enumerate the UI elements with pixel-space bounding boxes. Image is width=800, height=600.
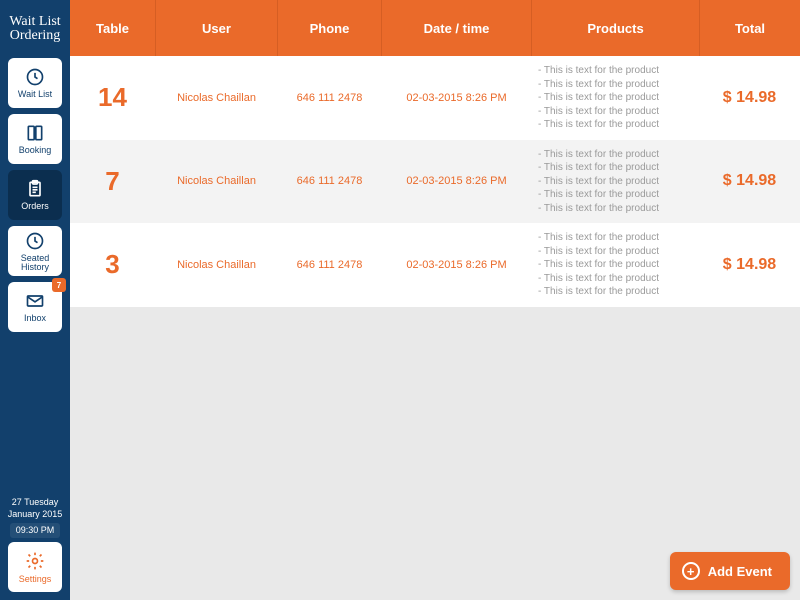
cell-phone: 646 111 2478 <box>278 223 382 307</box>
product-line: - This is text for the product <box>538 118 659 132</box>
product-line: - This is text for the product <box>538 91 659 105</box>
product-line: - This is text for the product <box>538 105 659 119</box>
cell-phone: 646 111 2478 <box>278 140 382 224</box>
product-line: - This is text for the product <box>538 231 659 245</box>
table-row[interactable]: 3Nicolas Chaillan646 111 247802-03-2015 … <box>70 223 800 307</box>
product-line: - This is text for the product <box>538 202 659 216</box>
sidebar-datetime: 27 Tuesday January 2015 09:30 PM <box>8 497 63 538</box>
product-line: - This is text for the product <box>538 78 659 92</box>
product-line: - This is text for the product <box>538 148 659 162</box>
col-header-total: Total <box>700 0 800 56</box>
product-line: - This is text for the product <box>538 188 659 202</box>
settings-label: Settings <box>19 574 52 584</box>
table-row[interactable]: 14Nicolas Chaillan646 111 247802-03-2015… <box>70 56 800 140</box>
cell-datetime: 02-03-2015 8:26 PM <box>382 140 532 224</box>
sidebar-item-label: Orders <box>21 202 49 211</box>
sidebar-item-booking[interactable]: Booking <box>8 114 62 164</box>
gear-icon <box>24 550 46 572</box>
cell-table: 14 <box>70 56 156 140</box>
booking-icon <box>24 122 46 144</box>
product-line: - This is text for the product <box>538 64 659 78</box>
sidebar-time: 09:30 PM <box>10 523 61 538</box>
mail-icon <box>24 290 46 312</box>
col-header-products: Products <box>532 0 700 56</box>
cell-user: Nicolas Chaillan <box>156 56 278 140</box>
clock-icon <box>24 66 46 88</box>
add-event-label: Add Event <box>708 564 772 579</box>
inbox-badge: 7 <box>52 278 66 292</box>
sidebar-item-seated-history[interactable]: Seated History <box>8 226 62 276</box>
sidebar-item-label: Seated History <box>21 254 50 273</box>
cell-table: 7 <box>70 140 156 224</box>
add-event-button[interactable]: + Add Event <box>670 552 790 590</box>
product-line: - This is text for the product <box>538 175 659 189</box>
main-content: Table User Phone Date / time Products To… <box>70 0 800 600</box>
cell-datetime: 02-03-2015 8:26 PM <box>382 56 532 140</box>
cell-products: - This is text for the product- This is … <box>532 56 700 140</box>
col-header-table: Table <box>70 0 156 56</box>
cell-total: $ 14.98 <box>700 56 800 140</box>
col-header-phone: Phone <box>278 0 382 56</box>
cell-user: Nicolas Chaillan <box>156 223 278 307</box>
settings-button[interactable]: Settings <box>8 542 62 592</box>
sidebar-item-waitlist[interactable]: Wait List <box>8 58 62 108</box>
sidebar: Wait List Ordering Wait List Booking Ord… <box>0 0 70 600</box>
table-row[interactable]: 7Nicolas Chaillan646 111 247802-03-2015 … <box>70 140 800 224</box>
col-header-user: User <box>156 0 278 56</box>
product-line: - This is text for the product <box>538 272 659 286</box>
product-line: - This is text for the product <box>538 245 659 259</box>
cell-total: $ 14.98 <box>700 223 800 307</box>
sidebar-nav: Wait List Booking Orders Seated History … <box>8 58 62 332</box>
cell-products: - This is text for the product- This is … <box>532 223 700 307</box>
history-icon <box>24 230 46 252</box>
product-line: - This is text for the product <box>538 285 659 299</box>
col-header-datetime: Date / time <box>382 0 532 56</box>
table-header: Table User Phone Date / time Products To… <box>70 0 800 56</box>
cell-products: - This is text for the product- This is … <box>532 140 700 224</box>
sidebar-item-inbox[interactable]: 7 Inbox <box>8 282 62 332</box>
sidebar-date-line1: 27 Tuesday <box>8 497 63 508</box>
clipboard-icon <box>24 178 46 200</box>
product-line: - This is text for the product <box>538 258 659 272</box>
cell-datetime: 02-03-2015 8:26 PM <box>382 223 532 307</box>
cell-total: $ 14.98 <box>700 140 800 224</box>
cell-user: Nicolas Chaillan <box>156 140 278 224</box>
sidebar-date-line2: January 2015 <box>8 509 63 520</box>
cell-phone: 646 111 2478 <box>278 56 382 140</box>
sidebar-item-label: Inbox <box>24 314 46 323</box>
plus-icon: + <box>682 562 700 580</box>
app-logo: Wait List Ordering <box>5 6 65 52</box>
sidebar-item-label: Booking <box>19 146 52 155</box>
cell-table: 3 <box>70 223 156 307</box>
sidebar-item-orders[interactable]: Orders <box>8 170 62 220</box>
table-body[interactable]: 14Nicolas Chaillan646 111 247802-03-2015… <box>70 56 800 600</box>
sidebar-item-label: Wait List <box>18 90 52 99</box>
product-line: - This is text for the product <box>538 161 659 175</box>
